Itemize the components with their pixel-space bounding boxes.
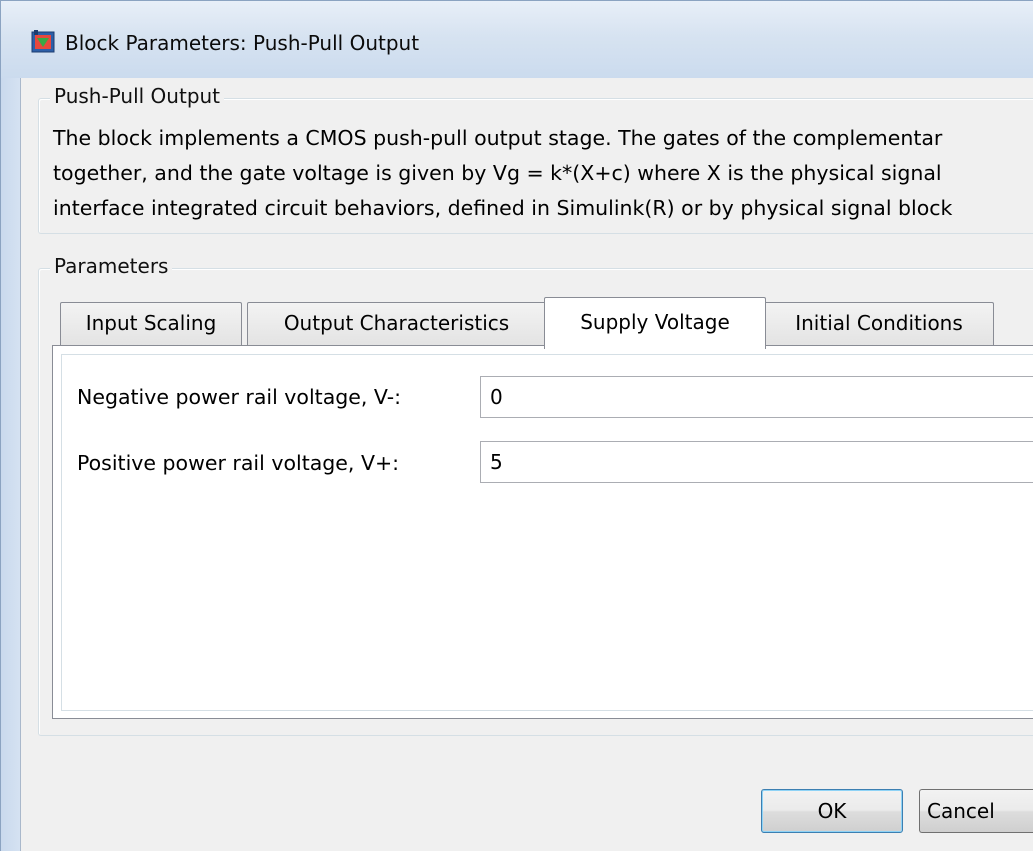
tab-initial-conditions[interactable]: Initial Conditions (764, 302, 994, 346)
negative-rail-voltage-input[interactable] (480, 376, 1033, 418)
description-line-1: The block implements a CMOS push-pull ou… (53, 126, 943, 150)
description-line-2: together, and the gate voltage is given … (53, 161, 942, 185)
window-frame-left (0, 78, 20, 851)
ok-button[interactable]: OK (761, 789, 903, 833)
title-bar[interactable]: Block Parameters: Push-Pull Output (0, 0, 1033, 78)
tab-supply-voltage-label: Supply Voltage (580, 310, 730, 334)
block-parameters-dialog: Block Parameters: Push-Pull Output Push-… (0, 0, 1033, 851)
tab-initial-conditions-label: Initial Conditions (795, 311, 963, 335)
simulink-block-icon (31, 30, 55, 53)
tab-input-scaling-label: Input Scaling (85, 311, 217, 335)
description-line-3: interface integrated circuit behaviors, … (53, 196, 953, 220)
positive-rail-voltage-input[interactable] (480, 441, 1033, 483)
window-title: Block Parameters: Push-Pull Output (65, 31, 420, 55)
description-group-legend: Push-Pull Output (50, 84, 225, 108)
cancel-button[interactable]: Cancel (919, 789, 1033, 833)
parameters-group-legend: Parameters (50, 254, 173, 278)
tab-output-characteristics-label: Output Characteristics (283, 311, 510, 335)
tab-supply-voltage[interactable]: Supply Voltage (544, 297, 766, 349)
tab-input-scaling[interactable]: Input Scaling (60, 302, 242, 346)
positive-rail-voltage-label: Positive power rail voltage, V+: (77, 451, 400, 475)
negative-rail-voltage-label: Negative power rail voltage, V-: (77, 385, 402, 409)
tab-output-characteristics[interactable]: Output Characteristics (247, 302, 546, 346)
